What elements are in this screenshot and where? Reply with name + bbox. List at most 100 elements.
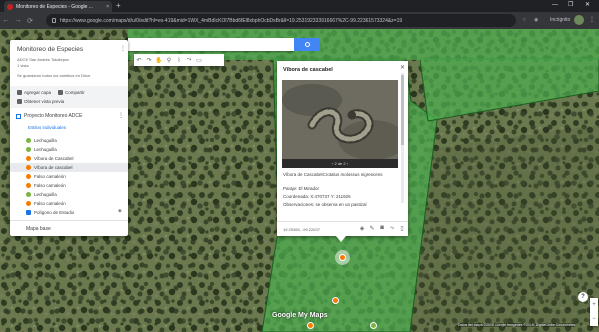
info-scrollbar[interactable] [401,73,404,203]
help-button[interactable]: ? [578,292,588,302]
share-label: Compartir [65,90,85,95]
edit-icon[interactable]: ✎ [367,225,377,232]
item-label: Falso camaleón [34,183,66,188]
delete-icon[interactable]: ▯ [397,225,407,232]
camera-icon[interactable]: ◙ [377,225,387,232]
list-item[interactable]: Lechuguilla [10,145,128,154]
paint-style-icon[interactable]: ◈ [118,208,122,214]
route-icon[interactable]: ⤳ [184,57,194,64]
map-title[interactable]: Monitoreo de Especies [17,46,83,53]
address-bar-row: ← → ⟳ https://www.google.com/maps/d/u/0/… [0,12,599,29]
map-views: 1 vista [17,63,29,68]
list-item[interactable]: Falso camaleón [10,199,128,208]
item-label: Lechuguilla [34,138,57,143]
map-search-input[interactable] [128,38,294,51]
info-tools: ◈ ✎ ◙ ⤷ ▯ [357,225,407,232]
item-label: Falso camaleón [34,174,66,179]
preview-button[interactable]: Obtener vista previa [17,99,64,104]
omnibox[interactable]: https://www.google.com/maps/d/u/0/edit?h… [46,14,516,27]
photo-counter: 2 de 2 [334,161,346,166]
measure-icon[interactable]: ▭ [194,57,204,64]
item-label: Falso camaleón [34,201,66,206]
reload-icon[interactable]: ⟳ [24,17,36,25]
layer-options-icon[interactable]: ⋮ [118,112,124,119]
marker-icon [26,138,31,143]
item-label: Víbora de Cascabel [34,156,74,161]
info-window: Víbora de cascabel ✕ ‹ 2 de 2 › Víbora d… [277,61,408,236]
photo-navigation[interactable]: ‹ 2 de 2 › [282,159,398,168]
add-layer-button[interactable]: Agregar capa [17,90,51,95]
basemap-toggle[interactable]: Mapa base [10,220,128,236]
hand-icon[interactable]: ✋ [154,57,164,64]
layer-header[interactable]: Proyecto Monitoreo ADCE [16,113,82,119]
list-item[interactable]: Falso camaleón [10,181,128,190]
minimize-button[interactable]: — [552,0,558,10]
marker-icon [26,147,31,152]
extension-icon[interactable]: ◉ [534,17,538,23]
autosave-note: Se guardaron todos los cambios en Drive [17,73,91,78]
list-item[interactable]: Lechuguilla [10,136,128,145]
incognito-label[interactable]: Incógnito [550,17,570,23]
map-attribution[interactable]: Datos del mapa ©2019 Google Imágenes ©20… [458,323,576,327]
browser-tab[interactable]: Monitoreo de Especies - Google ... × [4,1,112,12]
profile-avatar[interactable] [574,15,584,25]
marker-icon [26,201,31,206]
undo-icon[interactable]: ↶ [134,57,144,64]
marker-icon [26,174,31,179]
zoom-control: + − [590,298,598,326]
marker-icon [26,192,31,197]
map-options-icon[interactable]: ⋮ [120,45,126,52]
share-button[interactable]: Compartir [58,90,85,95]
browser-tabbar: Monitoreo de Especies - Google ... × + —… [0,0,599,12]
scroll-thumb[interactable] [401,75,404,145]
list-item[interactable]: Polígono de Estudio [10,208,128,217]
list-item[interactable]: Falso camaleón [10,172,128,181]
close-icon[interactable]: ✕ [400,64,405,71]
forward-icon[interactable]: → [12,17,24,24]
zoom-out-button[interactable]: − [592,316,596,322]
url-text[interactable]: https://www.google.com/maps/d/u/0/edit?h… [60,18,402,24]
item-label: Polígono de Estudio [34,210,75,215]
basemap-label: Mapa base [26,225,51,232]
star-icon[interactable]: ☆ [522,17,526,23]
layer-name: Proyecto Monitoreo ADCE [24,113,83,119]
share-icon [58,90,63,95]
directions-icon[interactable]: ⤷ [387,225,397,232]
item-label: Lechuguilla [34,147,57,152]
redo-icon[interactable]: ↷ [144,57,154,64]
layer-checkbox[interactable] [16,113,21,119]
google-my-maps-logo: Google My Maps [272,312,328,319]
list-item[interactable]: Víbora de Cascabel [10,154,128,163]
map-marker-vibora[interactable] [339,254,346,261]
map-marker[interactable] [307,322,314,329]
info-title: Víbora de cascabel [283,67,333,73]
draw-line-icon[interactable]: ⌇ [174,57,184,64]
browser-menu-icon[interactable]: ⋮ [589,16,595,23]
snake-photo[interactable] [282,80,398,159]
maps-favicon-icon [7,3,13,10]
search-icon [304,42,310,47]
map-marker[interactable] [332,297,339,304]
panel-actions: Agregar capa Compartir Obtener vista pre… [10,86,128,108]
tab-title: Monitoreo de Especies - Google ... [16,3,93,10]
map-marker[interactable] [370,322,377,329]
close-window-button[interactable]: ✕ [585,0,590,10]
add-marker-icon[interactable]: ⚲ [164,57,174,64]
marker-icon [26,165,31,170]
photo-image [282,80,398,159]
search-button[interactable] [294,38,320,51]
maximize-button[interactable]: ❐ [568,0,573,10]
observations-text: Observaciones: se observa en un pastizal [283,202,367,207]
eye-icon [17,99,22,104]
individual-styles-link[interactable]: Estilos individuales [28,125,66,130]
new-tab-button[interactable]: + [116,1,121,11]
map-toolbar: ↶ ↷ ✋ ⚲ ⌇ ⤳ ▭ [134,54,224,66]
list-item[interactable]: Lechuguilla [10,190,128,199]
zoom-in-button[interactable]: + [592,302,596,308]
paint-style-icon[interactable]: ◈ [357,225,367,232]
back-icon[interactable]: ← [0,17,12,24]
list-item-selected[interactable]: Víbora de cascabel [10,163,128,172]
tab-close-icon[interactable]: × [106,4,109,10]
add-layer-label: Agregar capa [24,90,52,95]
map-description: ADCE San Andrés Totoltepec [17,57,70,62]
